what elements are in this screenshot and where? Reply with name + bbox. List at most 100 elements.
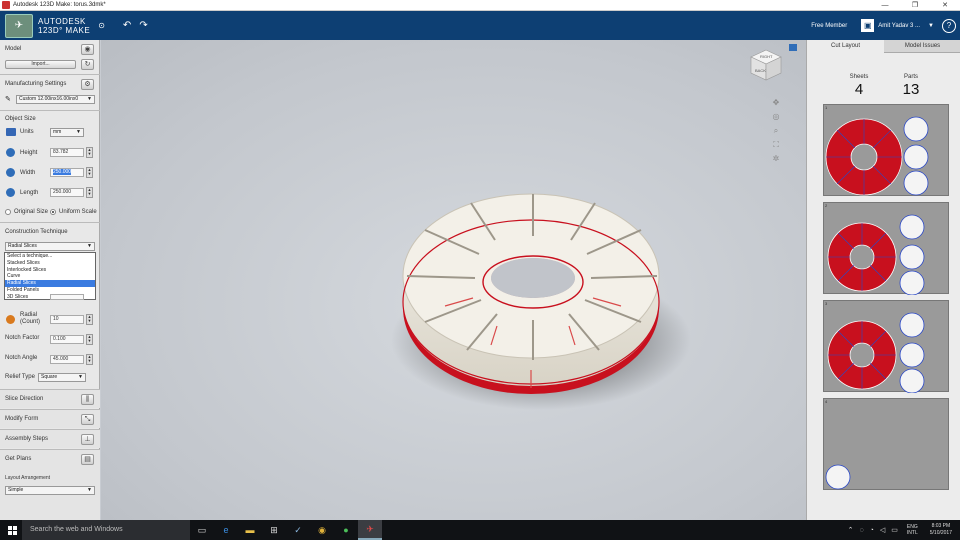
- units-label: Units: [20, 129, 34, 135]
- viewcube[interactable]: RIGHT BACK: [749, 48, 783, 82]
- notch-factor-stepper[interactable]: ▲ ▼: [86, 334, 93, 345]
- app-green-icon[interactable]: ●: [334, 520, 358, 540]
- file-explorer-icon[interactable]: ▬: [238, 520, 262, 540]
- construction-option[interactable]: Folded Panels: [5, 287, 95, 294]
- import-button[interactable]: Import...: [5, 60, 76, 69]
- construction-dropdown-list: Select a technique... Stacked Slices Int…: [4, 252, 96, 300]
- relief-type-select[interactable]: Square: [38, 373, 86, 382]
- radial-count-stepper[interactable]: ▲ ▼: [86, 314, 93, 325]
- units-icon: [6, 128, 16, 136]
- length-input[interactable]: 250.000: [50, 188, 84, 197]
- taskbar-search[interactable]: Search the web and Windows: [22, 520, 190, 540]
- store-icon[interactable]: ⊞: [262, 520, 286, 540]
- task-view-icon[interactable]: ▭: [190, 520, 214, 540]
- user-icon[interactable]: ▣: [861, 19, 875, 32]
- pan-icon[interactable]: ✥: [773, 98, 780, 112]
- zoom-icon[interactable]: ⌕: [774, 126, 778, 140]
- system-tray: ⌃ ◌ ◔ ◁ ▭ ENG INTL 8:03 PM 5/10/2017: [845, 523, 960, 537]
- hidden-param-input[interactable]: [50, 294, 84, 300]
- 123d-make-taskbar-icon[interactable]: ✈: [358, 520, 382, 540]
- notch-factor-input[interactable]: 0.100: [50, 335, 84, 344]
- start-button[interactable]: [8, 525, 17, 535]
- length-stepper[interactable]: ▲ ▼: [86, 187, 93, 198]
- slice-direction-icon[interactable]: ⫼: [81, 394, 94, 405]
- settings-icon[interactable]: ✲: [773, 154, 780, 168]
- units-select[interactable]: mm: [50, 128, 84, 137]
- maximize-button[interactable]: ❐: [900, 0, 930, 11]
- layout-arrangement-select[interactable]: Simple: [5, 486, 95, 495]
- construction-label: Construction Technique: [5, 229, 68, 235]
- chevron-down-icon[interactable]: ⊙: [98, 21, 105, 30]
- tab-model-issues[interactable]: Model Issues: [884, 40, 960, 53]
- clock-date: 5/10/2017: [929, 530, 952, 536]
- construction-option[interactable]: Stacked Slices: [5, 260, 95, 267]
- modify-form-icon[interactable]: ⤡: [81, 414, 94, 425]
- width-input[interactable]: 250.000: [50, 168, 84, 177]
- sheet-thumbnail[interactable]: 2: [823, 202, 949, 296]
- language-indicator[interactable]: ENG INTL: [907, 524, 918, 536]
- sheet-thumbnail[interactable]: 3: [823, 300, 949, 394]
- refresh-icon[interactable]: ↻: [81, 59, 94, 70]
- get-plans-icon[interactable]: ▤: [81, 454, 94, 465]
- radial-count-input[interactable]: 10: [50, 315, 84, 324]
- construction-option[interactable]: Select a technique...: [5, 253, 95, 260]
- orbit-icon[interactable]: ◎: [773, 112, 780, 126]
- assembly-steps-icon[interactable]: ⊥: [81, 434, 94, 445]
- radial-label: Radial: [20, 312, 38, 318]
- sheets-stat: Sheets 4: [839, 74, 879, 98]
- user-menu-chevron-icon[interactable]: ▼: [928, 23, 934, 29]
- user-name[interactable]: Amit Yadav 3 ...: [878, 23, 920, 29]
- brand-line-2: 123D° MAKE: [38, 25, 91, 35]
- width-stepper[interactable]: ▲ ▼: [86, 167, 93, 178]
- notch-factor-label: Notch Factor: [5, 335, 40, 341]
- edge-icon[interactable]: e: [214, 520, 238, 540]
- app-logo-icon[interactable]: ✈: [5, 13, 33, 38]
- construction-option[interactable]: Interlocked Slices: [5, 267, 95, 274]
- network-icon[interactable]: ◌: [859, 527, 863, 534]
- construction-select[interactable]: Radial Slices: [5, 242, 95, 251]
- help-button[interactable]: ?: [942, 18, 956, 33]
- sheets-label: Sheets: [849, 74, 869, 80]
- expand-panel-icon[interactable]: [789, 44, 797, 51]
- minimize-button[interactable]: —: [870, 0, 900, 11]
- notch-angle-stepper[interactable]: ▲ ▼: [86, 354, 93, 365]
- gear-icon[interactable]: ⚙: [81, 79, 94, 90]
- uniform-scale-radio[interactable]: [50, 209, 56, 215]
- redo-icon[interactable]: ↷: [139, 20, 147, 31]
- undo-icon[interactable]: ↶: [123, 20, 131, 31]
- eye-icon[interactable]: ◉: [81, 44, 94, 55]
- sheet-thumbnail[interactable]: 4: [823, 398, 949, 490]
- clock[interactable]: 8:03 PM 5/10/2017: [930, 523, 952, 537]
- modify-form-section[interactable]: Modify Form ⤡: [0, 409, 100, 428]
- 3d-viewport[interactable]: RIGHT BACK ✥ ◎ ⌕ ⛶ ✲: [101, 40, 806, 520]
- get-plans-section[interactable]: Get Plans ▤ Layout Arrangement Simple: [0, 449, 100, 520]
- construction-option-selected[interactable]: Radial Slices: [5, 280, 95, 287]
- modify-form-label: Modify Form: [5, 416, 39, 422]
- construction-option[interactable]: Curve: [5, 273, 95, 280]
- slice-direction-section[interactable]: Slice Direction ⫼: [0, 389, 100, 408]
- notification-icon[interactable]: ▭: [891, 526, 898, 534]
- chrome-icon[interactable]: ◉: [310, 520, 334, 540]
- notch-angle-input[interactable]: 45.000: [50, 355, 84, 364]
- fit-icon[interactable]: ⛶: [773, 140, 779, 154]
- assembly-steps-section[interactable]: Assembly Steps ⊥: [0, 429, 100, 448]
- width-icon: [6, 168, 15, 177]
- original-size-radio[interactable]: [5, 209, 11, 215]
- height-input[interactable]: 83.782: [50, 148, 84, 157]
- torus-model[interactable]: [101, 40, 806, 520]
- close-button[interactable]: ✕: [930, 0, 960, 11]
- tray-chevron-icon[interactable]: ⌃: [848, 526, 854, 534]
- sheet-thumbnail[interactable]: 1: [823, 104, 949, 196]
- relief-type-label: Relief Type: [5, 374, 35, 380]
- steam-icon[interactable]: ✓: [286, 520, 310, 540]
- parts-label: Parts: [903, 74, 918, 80]
- pencil-icon[interactable]: ✎: [5, 95, 11, 103]
- wifi-icon[interactable]: ◔: [870, 527, 874, 534]
- divider: [0, 222, 100, 223]
- height-stepper[interactable]: ▲ ▼: [86, 147, 93, 158]
- tab-cut-layout[interactable]: Cut Layout: [807, 40, 884, 53]
- volume-icon[interactable]: ◁: [880, 526, 885, 534]
- height-icon: [6, 148, 15, 157]
- left-panel: Model ◉ Import... ↻ Manufacturing Settin…: [0, 40, 100, 520]
- manufacturing-preset-select[interactable]: Custom 12.00inx16.00inx0: [16, 95, 95, 104]
